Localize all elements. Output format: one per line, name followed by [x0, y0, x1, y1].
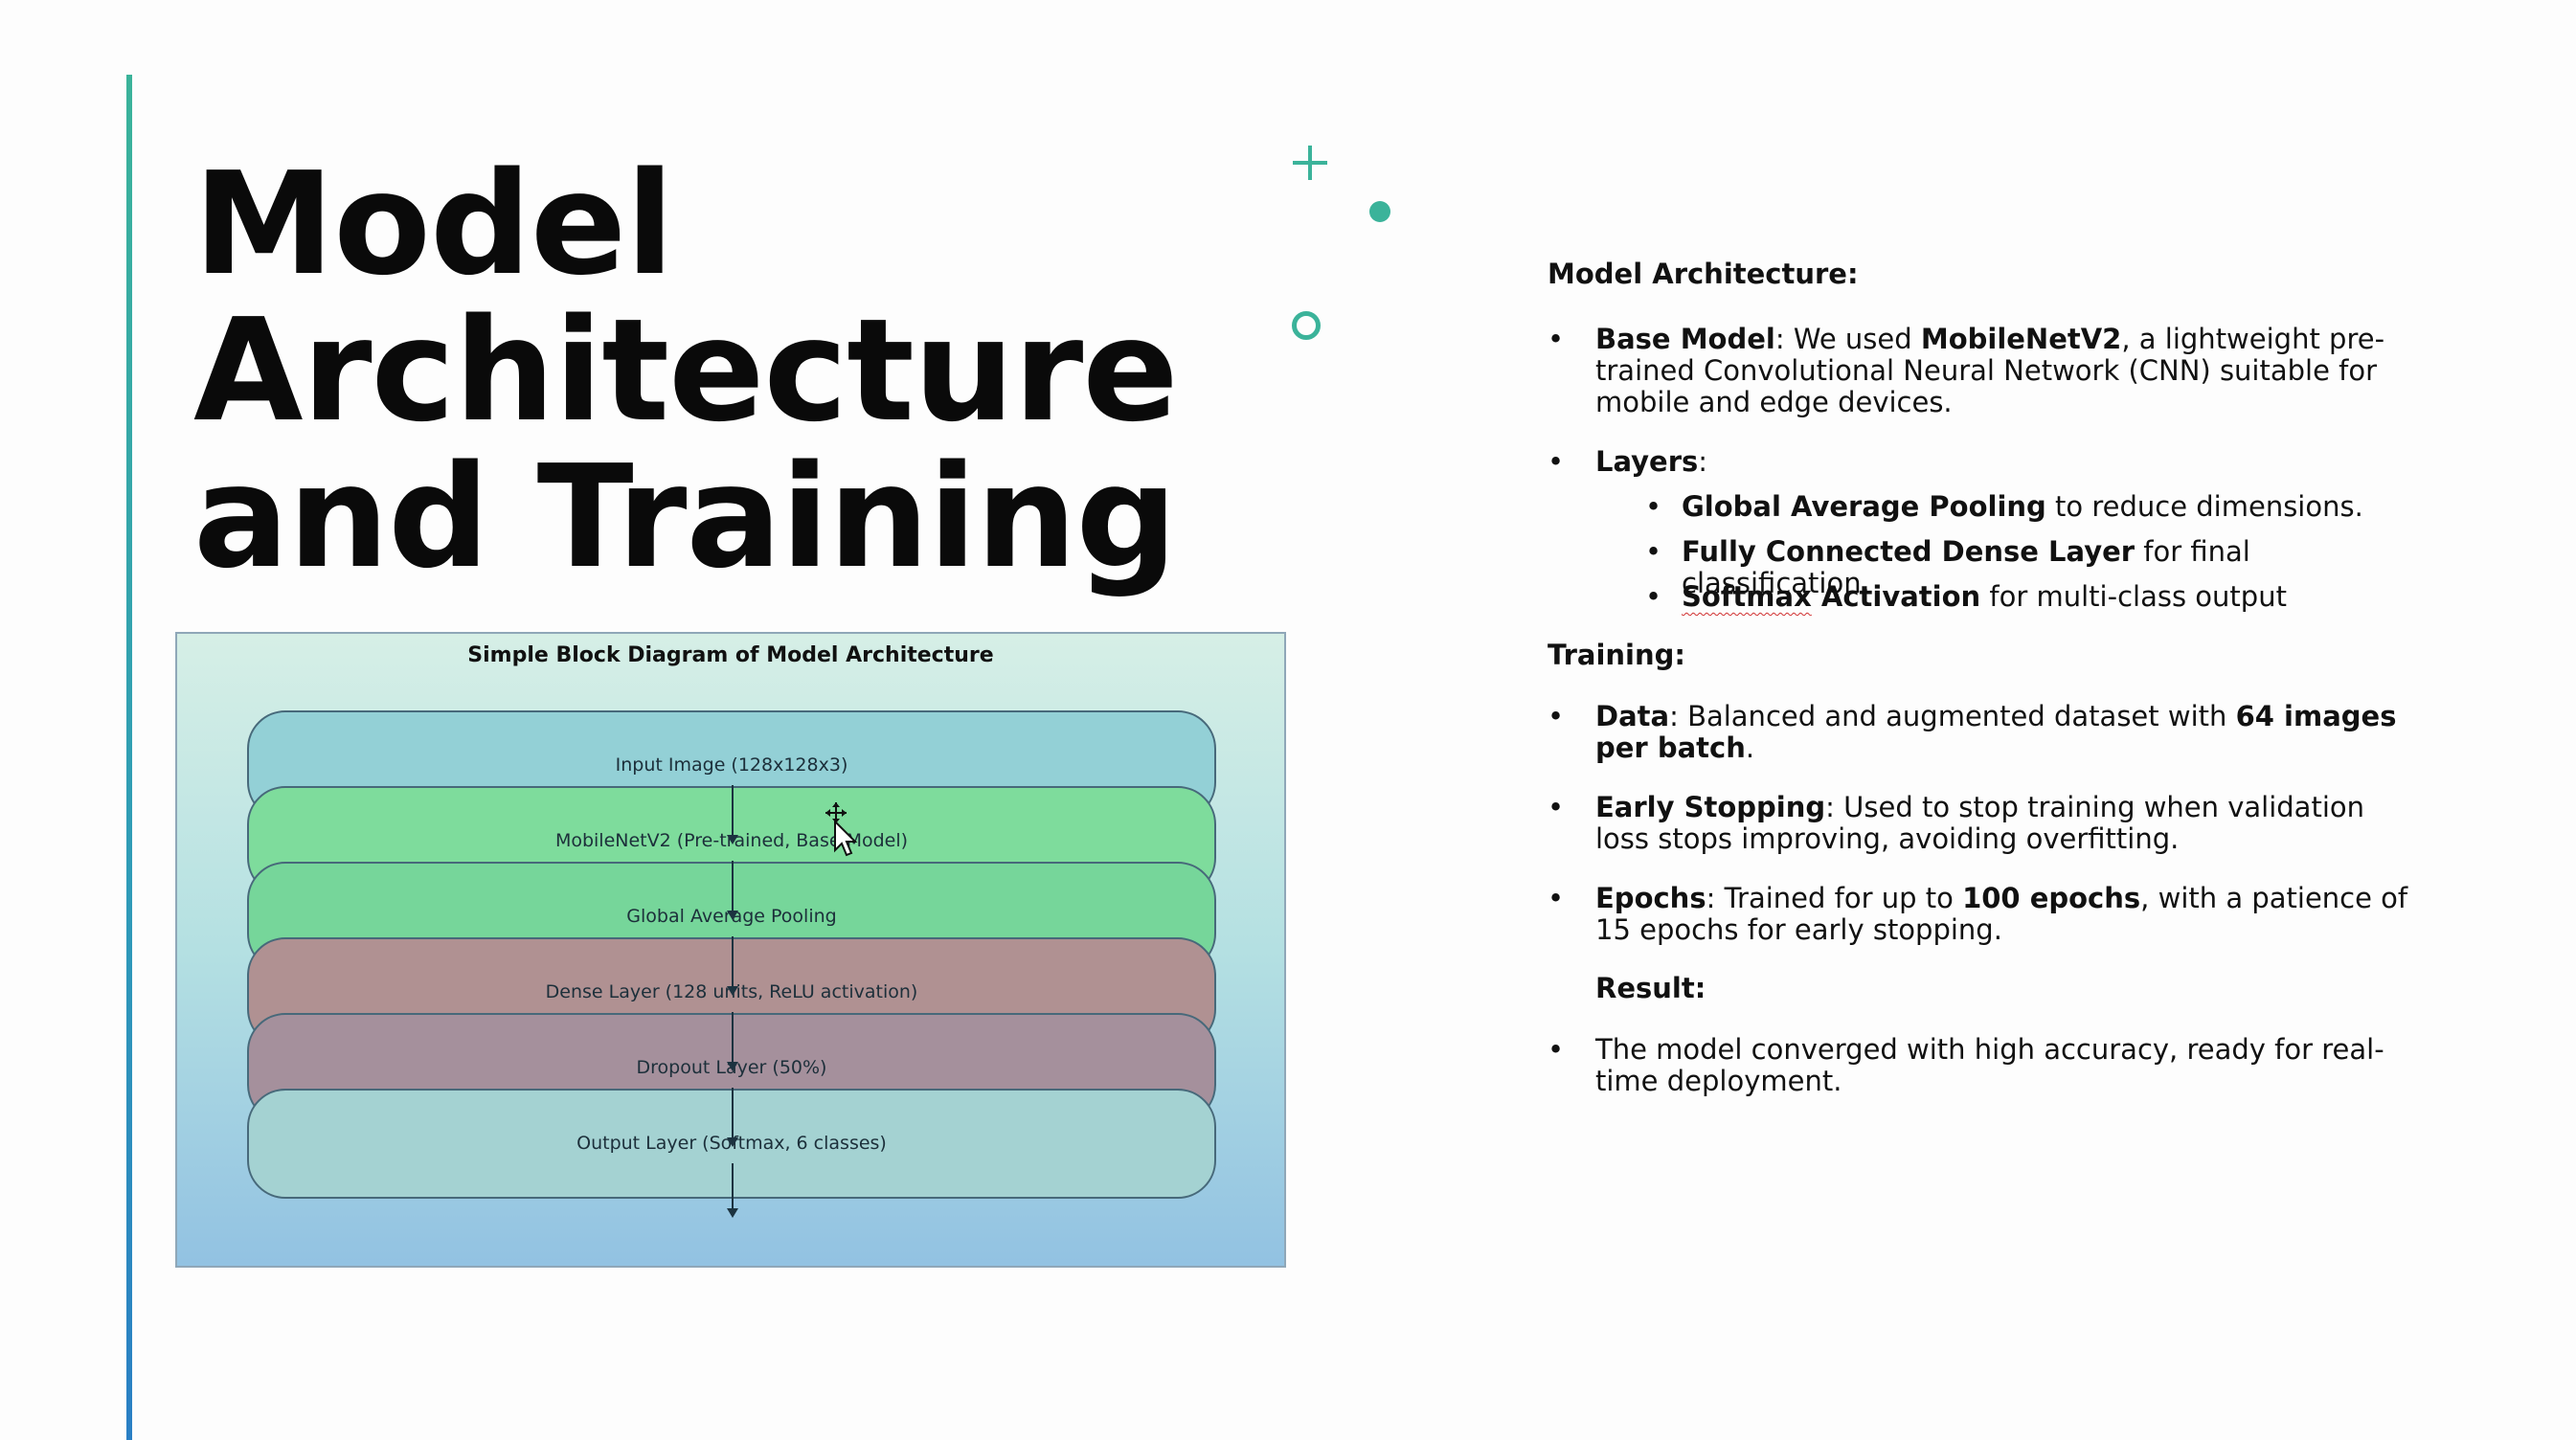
- bullet-term: Base Model: [1595, 323, 1775, 355]
- bullet-text: : Trained for up to: [1706, 882, 1963, 914]
- result-heading: Result:: [1595, 972, 1706, 1004]
- architecture-heading: Model Architecture:: [1548, 258, 1859, 290]
- bullet-result: The model converged with high accuracy, …: [1548, 1033, 2409, 1097]
- arrow-down-icon: [727, 861, 738, 920]
- bullet-bold: 100 epochs: [1962, 882, 2141, 914]
- move-cursor-icon: [825, 802, 858, 857]
- slide: Model Architecture and Training Simple B…: [0, 0, 2576, 1440]
- bullet-term: Epochs: [1595, 882, 1706, 914]
- bullet-epochs: Epochs: Trained for up to 100 epochs, wi…: [1548, 882, 2409, 946]
- bullet-text: :: [1698, 445, 1708, 478]
- ring-icon: [1292, 311, 1321, 340]
- sub-bullet-softmax: Softmax Activation for multi-class outpu…: [1645, 580, 2429, 614]
- diagram-title: Simple Block Diagram of Model Architectu…: [467, 643, 994, 667]
- bullet-layers: Layers:: [1548, 445, 2409, 479]
- training-heading: Training:: [1548, 639, 1685, 671]
- bullet-bold: Global Average Pooling: [1682, 490, 2046, 523]
- bullet-bold: Fully Connected Dense Layer: [1682, 535, 2135, 568]
- bullet-term: Layers: [1595, 445, 1699, 478]
- arrow-down-icon: [727, 1012, 738, 1071]
- bullet-term: Data: [1595, 700, 1670, 732]
- plus-icon: [1293, 146, 1327, 180]
- arrow-down-icon: [727, 936, 738, 996]
- bullet-text: for multi-class output: [1980, 580, 2287, 613]
- bullet-text: : We used: [1774, 323, 1921, 355]
- arrow-down-icon: [727, 1163, 738, 1218]
- arrow-down-icon: [727, 1088, 738, 1147]
- bullet-text: to reduce dimensions.: [2045, 490, 2363, 523]
- bullet-data: Data: Balanced and augmented dataset wit…: [1548, 700, 2409, 764]
- bullet-bold: Softmax: [1682, 580, 1812, 613]
- bullet-base-model: Base Model: We used MobileNetV2, a light…: [1548, 323, 2409, 418]
- slide-title[interactable]: Model Architecture and Training: [193, 151, 1247, 591]
- title-line-1: Model: [193, 142, 674, 306]
- bullet-bold: Activation: [1811, 580, 1981, 613]
- title-line-3: and Training: [193, 435, 1177, 599]
- architecture-diagram-image[interactable]: Simple Block Diagram of Model Architectu…: [175, 632, 1286, 1268]
- bullet-text: .: [1745, 731, 1755, 764]
- accent-bar: [126, 75, 132, 1440]
- dot-icon: [1369, 201, 1390, 222]
- arrow-down-icon: [727, 785, 738, 844]
- bullet-text: The model converged with high accuracy, …: [1595, 1033, 2384, 1097]
- layer-label: Input Image (128x128x3): [615, 754, 848, 776]
- title-line-2: Architecture: [193, 288, 1179, 453]
- bullet-text: : Balanced and augmented dataset with: [1669, 700, 2236, 732]
- sub-bullet-pooling: Global Average Pooling to reduce dimensi…: [1645, 490, 2429, 524]
- bullet-bold: MobileNetV2: [1920, 323, 2122, 355]
- bullet-early-stopping: Early Stopping: Used to stop training wh…: [1548, 791, 2409, 855]
- bullet-term: Early Stopping: [1595, 791, 1826, 823]
